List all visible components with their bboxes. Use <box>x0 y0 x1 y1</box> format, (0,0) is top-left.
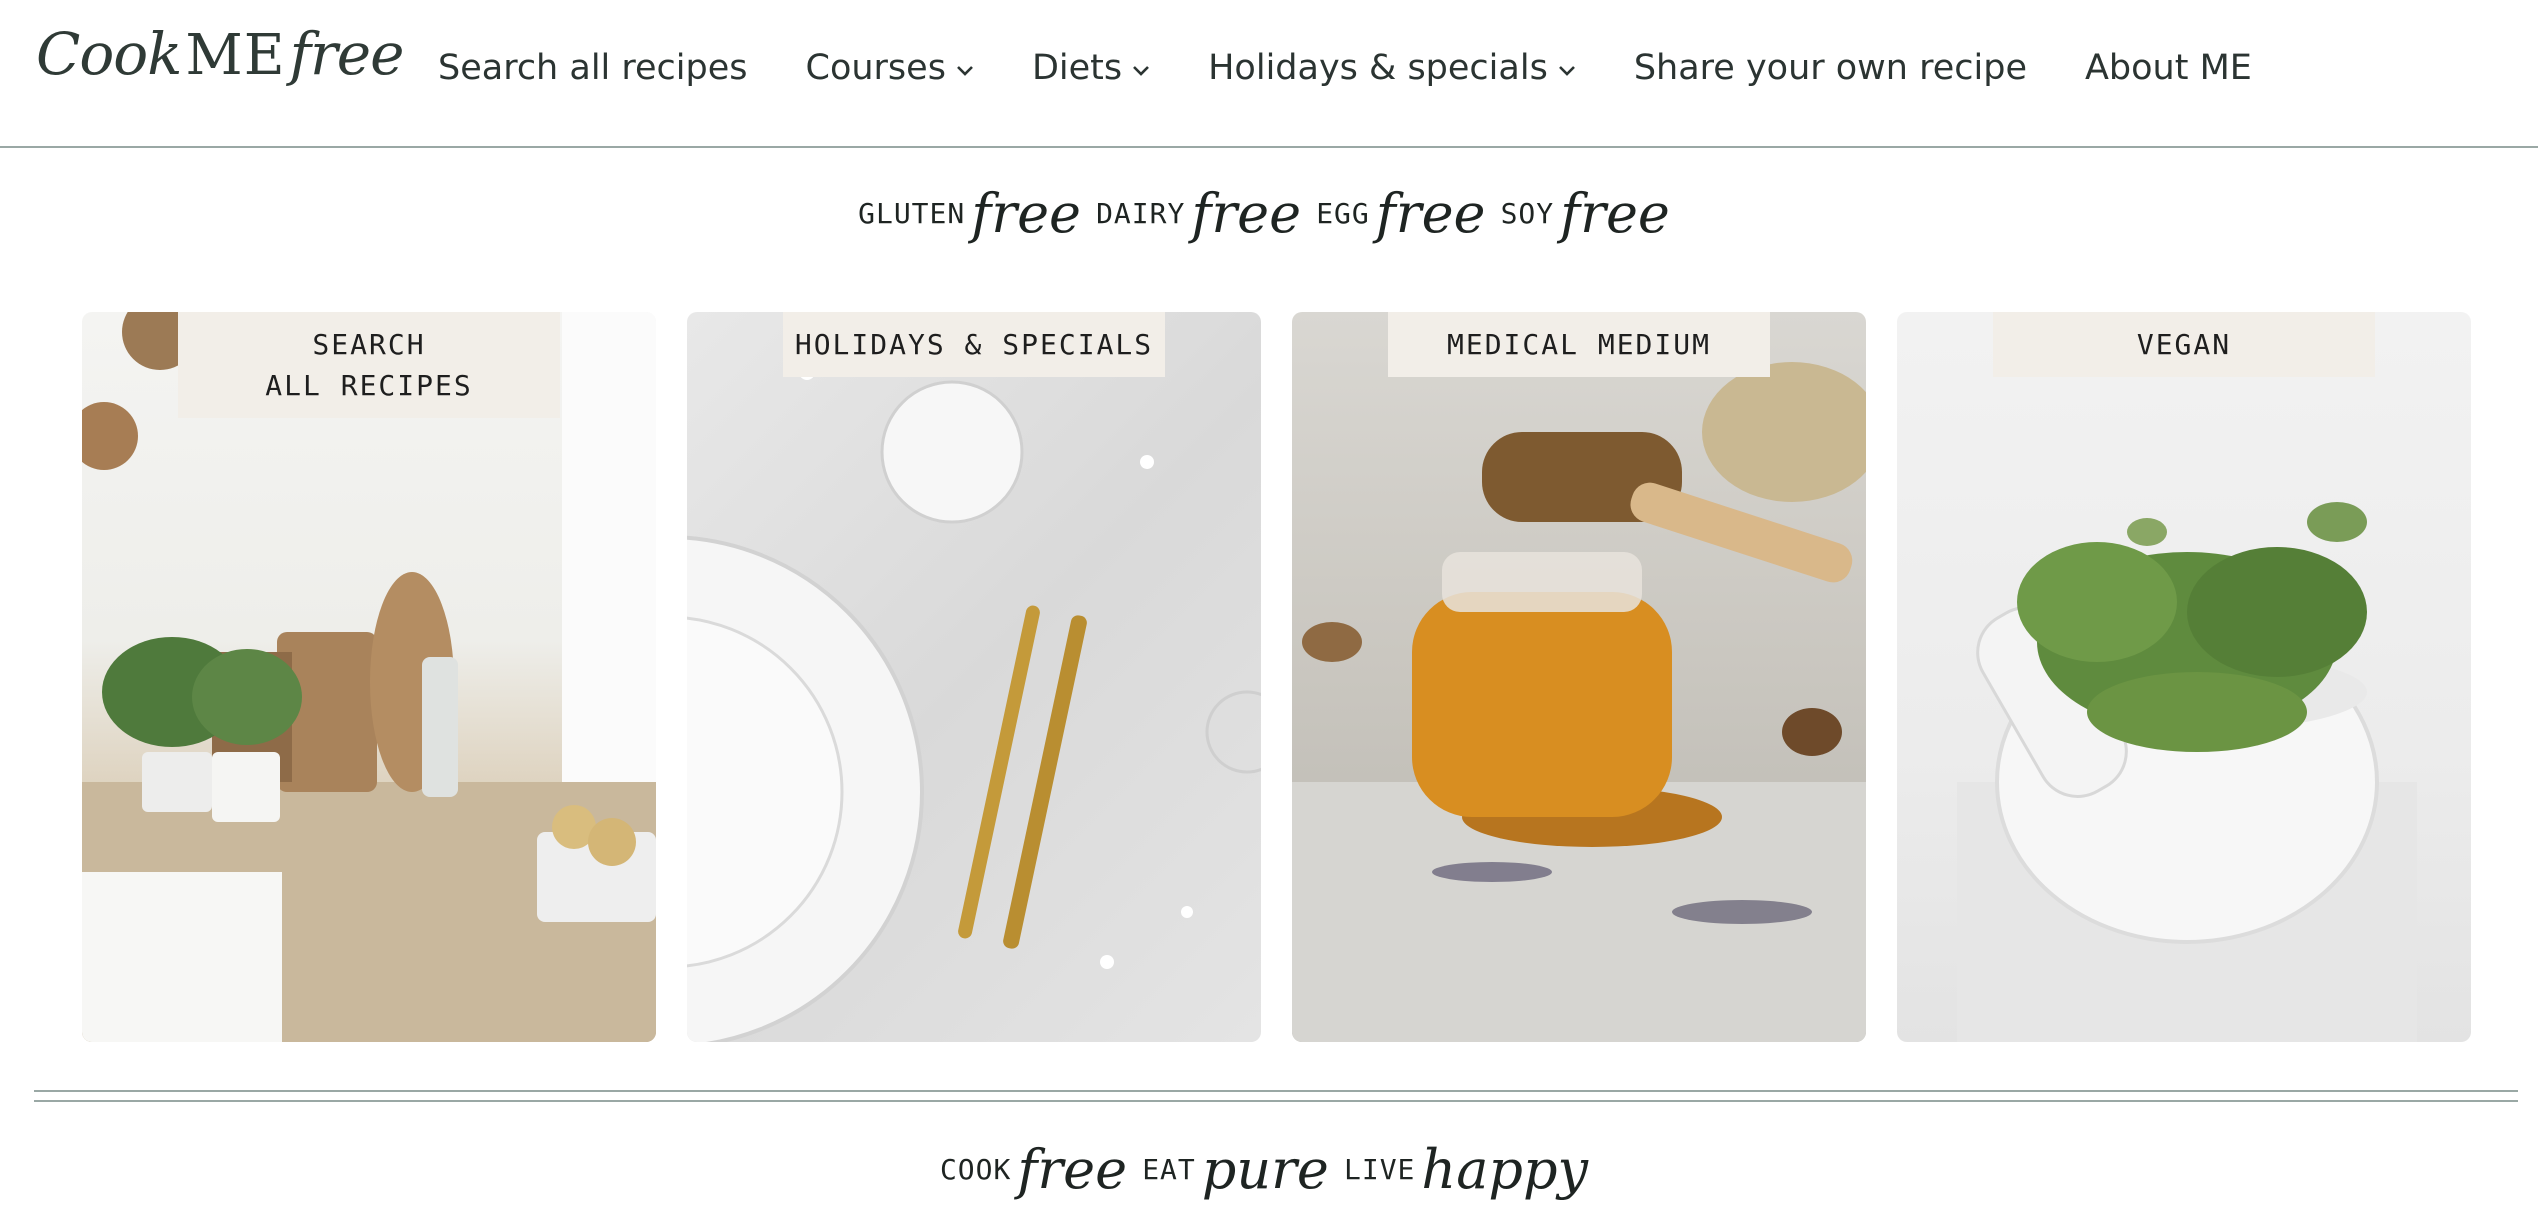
nav-share-recipe[interactable]: Share your own recipe <box>1634 48 2027 88</box>
nav-label: About ME <box>2084 48 2252 88</box>
tagline-word: EGG <box>1316 197 1370 230</box>
tagline-word: GLUTEN <box>858 197 966 230</box>
card-search-all-recipes[interactable]: SEARCH ALL RECIPES <box>82 312 656 1042</box>
card-label: SEARCH ALL RECIPES <box>178 312 560 418</box>
tagline-word: DAIRY <box>1096 197 1186 230</box>
nav-courses[interactable]: Courses <box>806 48 974 88</box>
card-label: MEDICAL MEDIUM <box>1388 312 1770 377</box>
motto-tagline: COOK free EAT pure LIVE happy <box>0 1138 2538 1201</box>
card-vegan[interactable]: VEGAN <box>1897 312 2471 1042</box>
tagline-word: LIVE <box>1343 1153 1416 1186</box>
logo-free: free <box>289 20 405 88</box>
nav-label: Diets <box>1031 48 1123 88</box>
nav-about-me[interactable]: About ME <box>2085 48 2252 88</box>
nav-label: Search all recipes <box>438 48 748 88</box>
nav-holidays-specials[interactable]: Holidays & specials <box>1208 48 1576 88</box>
nav-search-all-recipes[interactable]: Search all recipes <box>438 48 748 88</box>
chevron-down-icon <box>1132 58 1150 83</box>
tagline-script: free <box>1017 1138 1128 1201</box>
herbs-mortar-photo <box>1897 312 2471 1042</box>
diet-tagline: GLUTEN free DAIRY free EGG free SOY free <box>0 182 2538 245</box>
card-label: HOLIDAYS & SPECIALS <box>783 312 1165 377</box>
nav-label: Holidays & specials <box>1208 48 1548 88</box>
tagline-word: EAT <box>1142 1153 1196 1186</box>
card-label-line: VEGAN <box>2136 328 2232 361</box>
kitchen-counter-photo <box>82 312 656 1042</box>
tagline-script: free <box>1560 182 1670 245</box>
tagline-script: happy <box>1421 1138 1589 1201</box>
tagline-word: COOK <box>939 1153 1012 1186</box>
plates-gold-cutlery-photo <box>687 312 1261 1042</box>
main-nav: Search all recipes Courses Diets Holiday… <box>438 44 2310 92</box>
card-label-line: ALL RECIPES <box>265 369 473 402</box>
nav-label: Courses <box>805 48 946 88</box>
site-logo[interactable]: Cook ME free <box>36 20 405 120</box>
logo-me: ME <box>185 23 286 88</box>
card-label-line: SEARCH <box>312 328 426 361</box>
card-holidays-specials[interactable]: HOLIDAYS & SPECIALS <box>687 312 1261 1042</box>
nav-label: Share your own recipe <box>1633 48 2027 88</box>
logo-cook: Cook <box>36 20 182 88</box>
site-header: Cook ME free Search all recipes Courses … <box>0 0 2538 148</box>
tagline-script: free <box>1375 182 1486 245</box>
tagline-script: free <box>971 182 1081 245</box>
tagline-script: pure <box>1201 1138 1329 1201</box>
tagline-script: free <box>1191 182 1302 245</box>
honey-jar-photo <box>1292 312 1866 1042</box>
tagline-word: SOY <box>1500 197 1555 230</box>
card-medical-medium[interactable]: MEDICAL MEDIUM <box>1292 312 1866 1042</box>
double-rule-divider <box>34 1090 2518 1102</box>
nav-diets[interactable]: Diets <box>1032 48 1150 88</box>
card-label-line: HOLIDAYS & SPECIALS <box>794 328 1154 361</box>
card-label-line: MEDICAL MEDIUM <box>1446 328 1711 361</box>
chevron-down-icon <box>956 58 974 83</box>
chevron-down-icon <box>1558 58 1576 83</box>
card-label: VEGAN <box>1993 312 2375 377</box>
